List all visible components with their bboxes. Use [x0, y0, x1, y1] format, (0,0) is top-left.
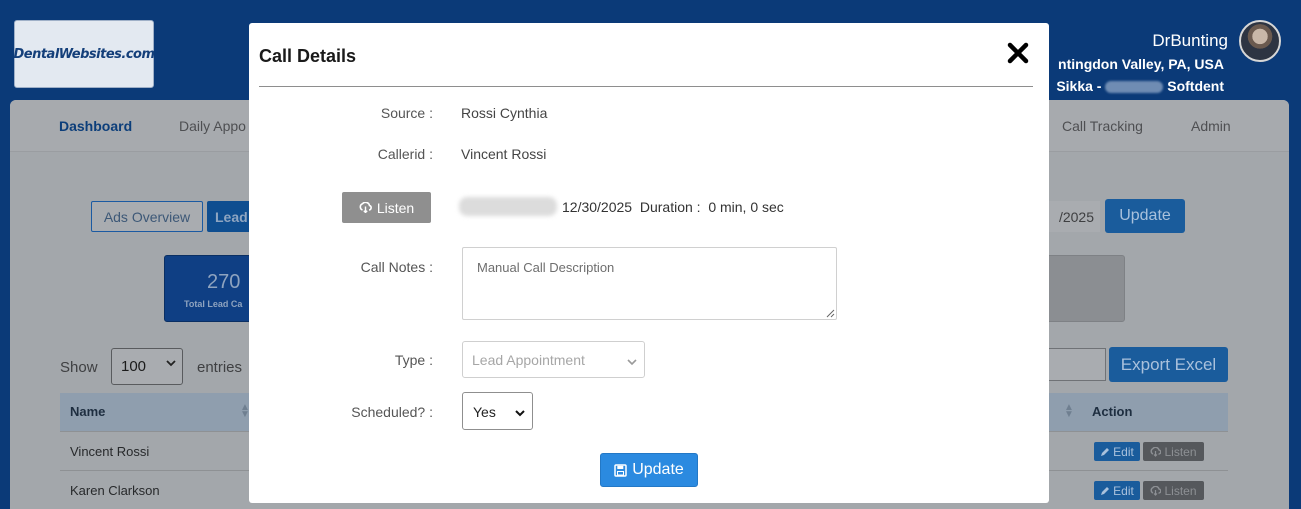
chevron-down-icon	[166, 358, 176, 370]
edit-button[interactable]: Edit	[1094, 442, 1140, 461]
total-leads-card: 270 Total Lead Ca	[164, 255, 254, 322]
search-input[interactable]	[1040, 348, 1106, 381]
nav-item-admin[interactable]: Admin	[1191, 118, 1231, 134]
edit-button[interactable]: Edit	[1094, 481, 1140, 500]
avatar[interactable]	[1239, 20, 1281, 62]
pencil-icon	[1101, 486, 1110, 495]
stat-label: Total Lead Ca	[184, 299, 243, 309]
callerid-value: Vincent Rossi	[461, 146, 547, 162]
pencil-icon	[1101, 447, 1110, 456]
cloud-download-icon	[1151, 485, 1162, 496]
sort-icon[interactable]: ▲ ▼	[1064, 403, 1074, 420]
nav-item-call-tracking[interactable]: Call Tracking	[1062, 118, 1143, 134]
scheduled-select[interactable]: Yes	[462, 392, 533, 430]
close-icon	[1007, 42, 1029, 64]
modal-divider	[259, 86, 1033, 87]
logo[interactable]: DentalWebsites.com	[13, 20, 155, 88]
nav-item-dashboard[interactable]: Dashboard	[59, 118, 132, 134]
column-name[interactable]: Name	[70, 404, 105, 419]
user-name[interactable]: DrBunting	[1152, 31, 1228, 51]
nav-item-daily-appointments[interactable]: Daily Appo	[179, 118, 246, 134]
update-button[interactable]: Update	[600, 453, 698, 487]
listen-button[interactable]: Listen	[342, 192, 431, 223]
stat-card-secondary	[1040, 255, 1125, 322]
stat-value: 270	[207, 271, 241, 293]
scheduled-value: Yes	[473, 404, 496, 420]
table-row-name: Karen Clarkson	[70, 483, 160, 498]
listen-label: Listen	[1164, 483, 1197, 498]
user-pms: Sikka - Softdent	[1056, 78, 1224, 94]
listen-label: Listen	[1164, 444, 1197, 459]
entries-label: entries	[197, 359, 243, 376]
filter-update-button[interactable]: Update	[1105, 199, 1185, 233]
call-details-modal: Call Details Source : Rossi Cynthia Call…	[249, 23, 1049, 503]
cloud-download-icon	[1151, 446, 1162, 457]
table-row-name: Vincent Rossi	[70, 444, 150, 459]
type-value: Lead Appointment	[472, 352, 585, 368]
pms-suffix: Softdent	[1167, 78, 1224, 94]
source-label: Source :	[380, 105, 433, 121]
pms-prefix: Sikka -	[1056, 78, 1102, 94]
entries-value: 100	[121, 358, 147, 375]
update-label: Update	[632, 461, 684, 478]
scheduled-label: Scheduled? :	[351, 404, 433, 420]
type-label: Type :	[394, 352, 433, 368]
tab-lead[interactable]: Lead	[207, 201, 251, 232]
call-notes-label: Call Notes :	[360, 259, 433, 275]
edit-label: Edit	[1113, 483, 1134, 498]
save-icon	[614, 463, 627, 477]
listen-label: Listen	[376, 199, 415, 216]
chevron-down-icon	[627, 353, 637, 369]
source-value: Rossi Cynthia	[461, 105, 548, 121]
logo-text: DentalWebsites.com	[13, 46, 155, 62]
edit-label: Edit	[1113, 444, 1134, 459]
modal-title: Call Details	[259, 46, 357, 66]
chevron-down-icon	[515, 404, 525, 420]
entries-select[interactable]: 100	[111, 348, 183, 385]
redacted-text	[1105, 81, 1164, 94]
row-listen-button[interactable]: Listen	[1143, 442, 1204, 461]
call-notes-textarea[interactable]	[462, 247, 837, 320]
tab-ads-overview[interactable]: Ads Overview	[91, 201, 203, 232]
type-select[interactable]: Lead Appointment	[462, 341, 645, 378]
show-label: Show	[60, 359, 98, 376]
redacted-phone	[459, 197, 557, 216]
close-button[interactable]	[1001, 36, 1035, 70]
column-action: Action	[1092, 404, 1133, 419]
cloud-download-icon	[359, 202, 372, 213]
row-listen-button[interactable]: Listen	[1143, 481, 1204, 500]
callerid-label: Callerid :	[377, 146, 433, 162]
export-excel-button[interactable]: Export Excel	[1109, 347, 1228, 382]
user-location: ntingdon Valley, PA, USA	[1058, 56, 1224, 72]
call-date-duration: 12/30/2025 Duration : 0 min, 0 sec	[562, 199, 784, 215]
